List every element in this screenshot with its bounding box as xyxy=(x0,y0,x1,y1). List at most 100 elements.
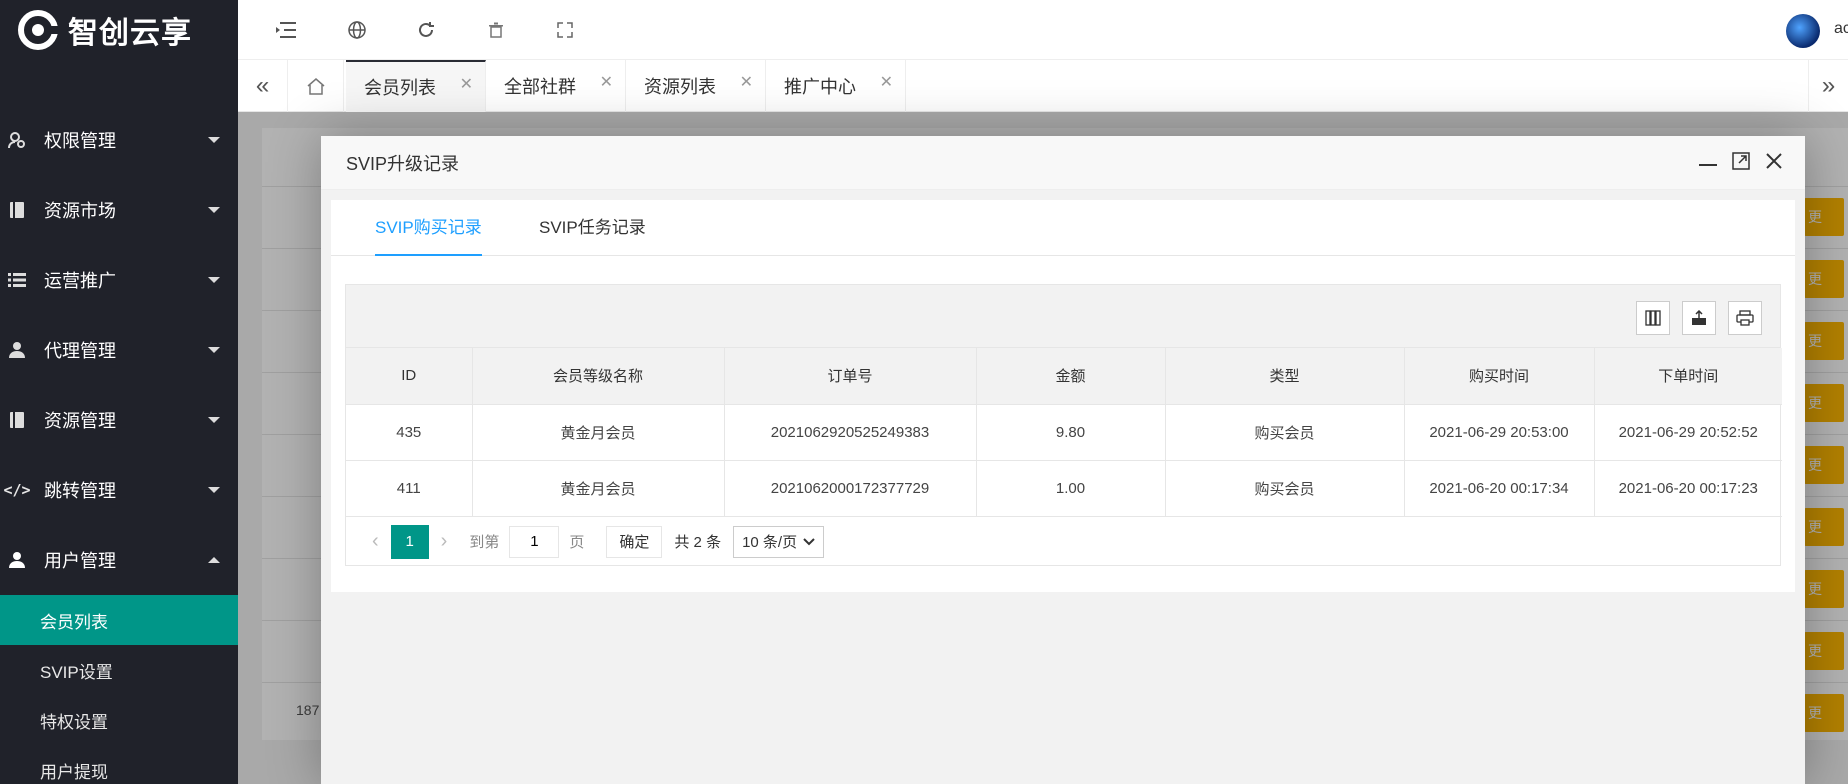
export-icon[interactable] xyxy=(1682,301,1716,335)
sidebar-item-resource-management[interactable]: 资源管理 xyxy=(0,385,238,455)
tab-label: 资源列表 xyxy=(644,77,716,97)
sidebar-item-operations[interactable]: 运营推广 xyxy=(0,245,238,315)
tab-label: 全部社群 xyxy=(504,77,576,97)
sidebar-subitem-label: 特权设置 xyxy=(40,712,108,732)
total-count: 共 2 条 xyxy=(674,534,722,551)
sidebar-subitem-label: 会员列表 xyxy=(40,612,108,632)
chevron-down-icon xyxy=(208,487,220,493)
close-icon[interactable]: ✕ xyxy=(740,72,753,92)
cell-id: 435 xyxy=(346,404,473,461)
logo: 智创云享 xyxy=(0,0,238,60)
column-header[interactable]: 金额 xyxy=(976,348,1166,405)
fullscreen-icon[interactable] xyxy=(553,18,577,42)
pagination: ‹ 1 › 到第 页 确定 共 2 条 10 条/页 xyxy=(346,517,1780,567)
goto-confirm-button[interactable]: 确定 xyxy=(606,525,663,558)
current-page-button[interactable]: 1 xyxy=(390,524,429,559)
tab-all-communities[interactable]: 全部社群 ✕ xyxy=(486,60,626,112)
top-header: ac xyxy=(238,0,1848,60)
column-header[interactable]: 购买时间 xyxy=(1404,348,1595,405)
modal-body: SVIP购买记录 SVIP任务记录 ID 会员等级名称 订单号 金额 类型 购买… xyxy=(331,200,1795,592)
print-icon[interactable] xyxy=(1728,301,1762,335)
table-header-row: ID 会员等级名称 订单号 金额 类型 购买时间 下单时间 xyxy=(346,348,1782,405)
sidebar-subitem-svip-settings[interactable]: SVIP设置 xyxy=(0,645,238,695)
tab-label: 推广中心 xyxy=(784,77,856,97)
prev-page-icon[interactable]: ‹ xyxy=(372,530,379,553)
sidebar-subitem-member-list[interactable]: 会员列表 xyxy=(0,595,238,645)
sidebar-item-label: 权限管理 xyxy=(44,131,116,151)
column-header[interactable]: 订单号 xyxy=(724,348,977,405)
close-icon[interactable]: ✕ xyxy=(600,72,613,92)
maximize-icon[interactable] xyxy=(1732,150,1750,176)
sidebar-subitem-label: 用户提现 xyxy=(40,762,108,782)
sidebar-subitem-privilege-settings[interactable]: 特权设置 xyxy=(0,695,238,745)
cell-order-time: 2021-06-20 00:17:23 xyxy=(1594,460,1782,517)
sidebar-nav: 权限管理 资源市场 运营推广 代理管理 资源管理 </> 跳转管理 用户管理 会… xyxy=(0,105,238,784)
svip-upgrade-modal: SVIP升级记录 SVIP购买记录 SVIP任务记录 ID 会员等级名称 订单号… xyxy=(321,136,1805,784)
sidebar-item-label: 运营推广 xyxy=(44,271,116,291)
chevron-down-icon xyxy=(208,347,220,353)
column-header[interactable]: 类型 xyxy=(1165,348,1405,405)
tab-svip-purchase-records[interactable]: SVIP购买记录 xyxy=(375,200,482,256)
goto-page-input[interactable] xyxy=(509,525,560,558)
sidebar-item-users[interactable]: 用户管理 xyxy=(0,525,238,595)
cell-id: 411 xyxy=(346,460,473,517)
sidebar-subitem-withdrawals[interactable]: 用户提现 xyxy=(0,745,238,784)
chevron-down-icon xyxy=(803,533,815,550)
tab-promotion-center[interactable]: 推广中心 ✕ xyxy=(766,60,906,112)
code-icon: </> xyxy=(3,481,31,499)
cell-amount: 1.00 xyxy=(976,460,1166,517)
book-icon xyxy=(6,409,28,431)
sidebar-item-label: 资源市场 xyxy=(44,201,116,221)
cell-level-name: 黄金月会员 xyxy=(472,404,725,461)
table-toolbar xyxy=(346,285,1780,348)
chevron-down-icon xyxy=(208,277,220,283)
close-icon[interactable]: ✕ xyxy=(880,72,893,92)
list-icon xyxy=(6,269,28,291)
close-icon[interactable] xyxy=(1765,150,1783,176)
sidebar-item-redirects[interactable]: </> 跳转管理 xyxy=(0,455,238,525)
tab-member-list[interactable]: 会员列表 ✕ xyxy=(346,60,486,112)
sidebar-subitem-label: SVIP设置 xyxy=(40,662,113,682)
sidebar-item-permissions[interactable]: 权限管理 xyxy=(0,105,238,175)
page-size-select[interactable]: 10 条/页 xyxy=(733,525,825,558)
chevron-down-icon xyxy=(208,137,220,143)
sidebar-item-agents[interactable]: 代理管理 xyxy=(0,315,238,385)
sidebar-item-label: 跳转管理 xyxy=(44,481,116,501)
column-header[interactable]: 会员等级名称 xyxy=(472,348,725,405)
chevron-up-icon xyxy=(208,557,220,563)
tab-svip-task-records[interactable]: SVIP任务记录 xyxy=(539,200,646,256)
tabs-scroll-left-icon[interactable]: « xyxy=(238,60,288,112)
modal-title: SVIP升级记录 xyxy=(346,153,460,174)
refresh-icon[interactable] xyxy=(414,18,438,42)
home-icon[interactable] xyxy=(288,60,344,112)
sidebar-item-label: 代理管理 xyxy=(44,341,116,361)
page-size-value: 10 条/页 xyxy=(742,534,798,551)
sidebar: 智创云享 权限管理 资源市场 运营推广 代理管理 资源管理 </> 跳转管理 用… xyxy=(0,0,238,784)
agent-icon xyxy=(6,339,28,361)
trash-icon[interactable] xyxy=(484,18,508,42)
next-page-icon[interactable]: › xyxy=(441,530,448,553)
brand-name: 智创云享 xyxy=(68,17,192,50)
column-header[interactable]: 下单时间 xyxy=(1594,348,1782,405)
tabs-scroll-right-icon[interactable]: » xyxy=(1808,60,1848,112)
book-icon xyxy=(6,199,28,221)
goto-label: 到第 xyxy=(469,534,500,551)
close-icon[interactable]: ✕ xyxy=(460,74,473,94)
chevron-down-icon xyxy=(208,207,220,213)
user-name[interactable]: ac xyxy=(1834,20,1848,38)
sidebar-item-resource-market[interactable]: 资源市场 xyxy=(0,175,238,245)
chevron-down-icon xyxy=(208,417,220,423)
table-row[interactable]: 435 黄金月会员 2021062920525249383 9.80 购买会员 … xyxy=(346,404,1782,461)
menu-fold-icon[interactable] xyxy=(274,18,298,42)
tab-resource-list[interactable]: 资源列表 ✕ xyxy=(626,60,766,112)
cell-order-no: 2021062000172377729 xyxy=(724,460,977,517)
cell-type: 购买会员 xyxy=(1165,404,1405,461)
page-unit-label: 页 xyxy=(569,534,585,551)
minimize-icon[interactable] xyxy=(1699,148,1717,174)
avatar[interactable] xyxy=(1786,14,1820,48)
sidebar-item-label: 用户管理 xyxy=(44,551,116,571)
globe-icon[interactable] xyxy=(345,18,369,42)
columns-filter-icon[interactable] xyxy=(1636,301,1670,335)
table-row[interactable]: 411 黄金月会员 2021062000172377729 1.00 购买会员 … xyxy=(346,460,1782,517)
column-header[interactable]: ID xyxy=(346,348,473,405)
